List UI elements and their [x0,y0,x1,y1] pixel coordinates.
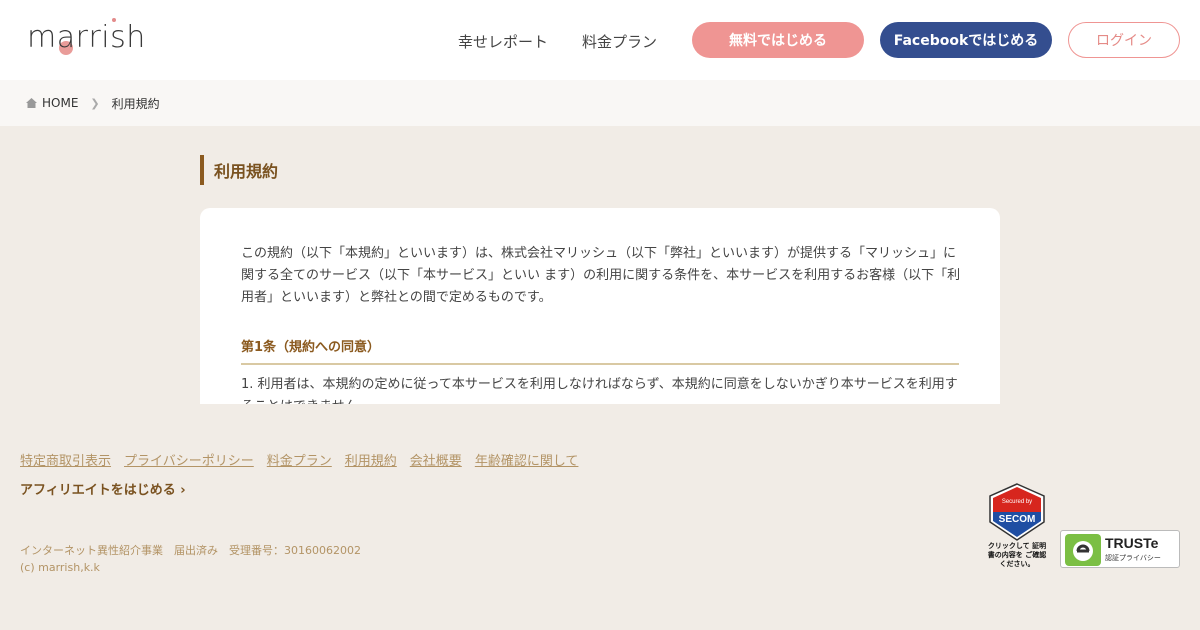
breadcrumb-current: 利用規約 [111,96,160,111]
footer-link-age-verification[interactable]: 年齢確認に関して [475,450,579,469]
article-title: 第1条（規約への同意） [241,336,959,365]
svg-text:Secured by: Secured by [1002,499,1032,505]
breadcrumb: HOME ❯ 利用規約 [0,80,1200,126]
truste-sub: 認証プライバシー [1105,554,1161,562]
free-start-button[interactable]: 無料ではじめる [692,22,864,58]
logo-text: marrish [27,20,146,55]
chevron-right-icon: › [180,483,186,498]
truste-badge[interactable]: TRUSTe 認証プライバシー [1060,530,1180,568]
breadcrumb-home[interactable]: HOME [42,96,78,110]
nav-pricing[interactable]: 料金プラン [582,31,657,52]
article-text: 1. 利用者は、本規約の定めに従って本サービスを利用しなければならず、本規約に同… [241,377,958,404]
footer-links: 特定商取引表示 プライバシーポリシー 料金プラン 利用規約 会社概要 年齢確認に… [20,450,578,469]
affiliate-link[interactable]: アフィリエイトをはじめる › [20,479,186,498]
copyright: (c) marrish,k.k [20,561,100,574]
site-footer: 特定商取引表示 プライバシーポリシー 料金プラン 利用規約 会社概要 年齢確認に… [0,404,1200,630]
license-text: インターネット異性紹介事業 届出済み 受理番号：30160062002 [20,544,361,557]
terms-card: この規約（以下「本規約」といいます）は、株式会社マリッシュ（以下「弊社」といいま… [200,208,1000,404]
logo[interactable]: marrish [27,18,146,55]
secom-badge[interactable]: SECOM Secured by クリックして 証明書の内容を ご確認ください。 [987,482,1047,574]
chevron-right-icon: ❯ [90,96,100,110]
footer-link-pricing[interactable]: 料金プラン [267,450,332,469]
secom-caption: クリックして 証明書の内容を ご確認ください。 [987,542,1047,568]
terms-intro: この規約（以下「本規約」といいます）は、株式会社マリッシュ（以下「弊社」といいま… [241,246,961,305]
login-button[interactable]: ログイン [1068,22,1180,58]
affiliate-label: アフィリエイトをはじめる [20,483,176,498]
footer-link-terms[interactable]: 利用規約 [345,450,397,469]
footer-link-company[interactable]: 会社概要 [410,450,462,469]
svg-text:SECOM: SECOM [999,514,1036,525]
truste-logo-icon [1065,534,1101,566]
page-title: 利用規約 [200,155,278,185]
nav-happy-report[interactable]: 幸せレポート [458,31,548,52]
site-header: marrish 幸せレポート 料金プラン 無料ではじめる Facebookではじ… [0,0,1200,80]
home-icon [26,98,37,108]
truste-name: TRUSTe [1105,535,1159,551]
footer-link-privacy[interactable]: プライバシーポリシー [124,450,254,469]
facebook-start-button[interactable]: Facebookではじめる [880,22,1052,58]
footer-link-tokutei[interactable]: 特定商取引表示 [20,450,111,469]
secom-shield-icon: SECOM Secured by [989,483,1045,541]
